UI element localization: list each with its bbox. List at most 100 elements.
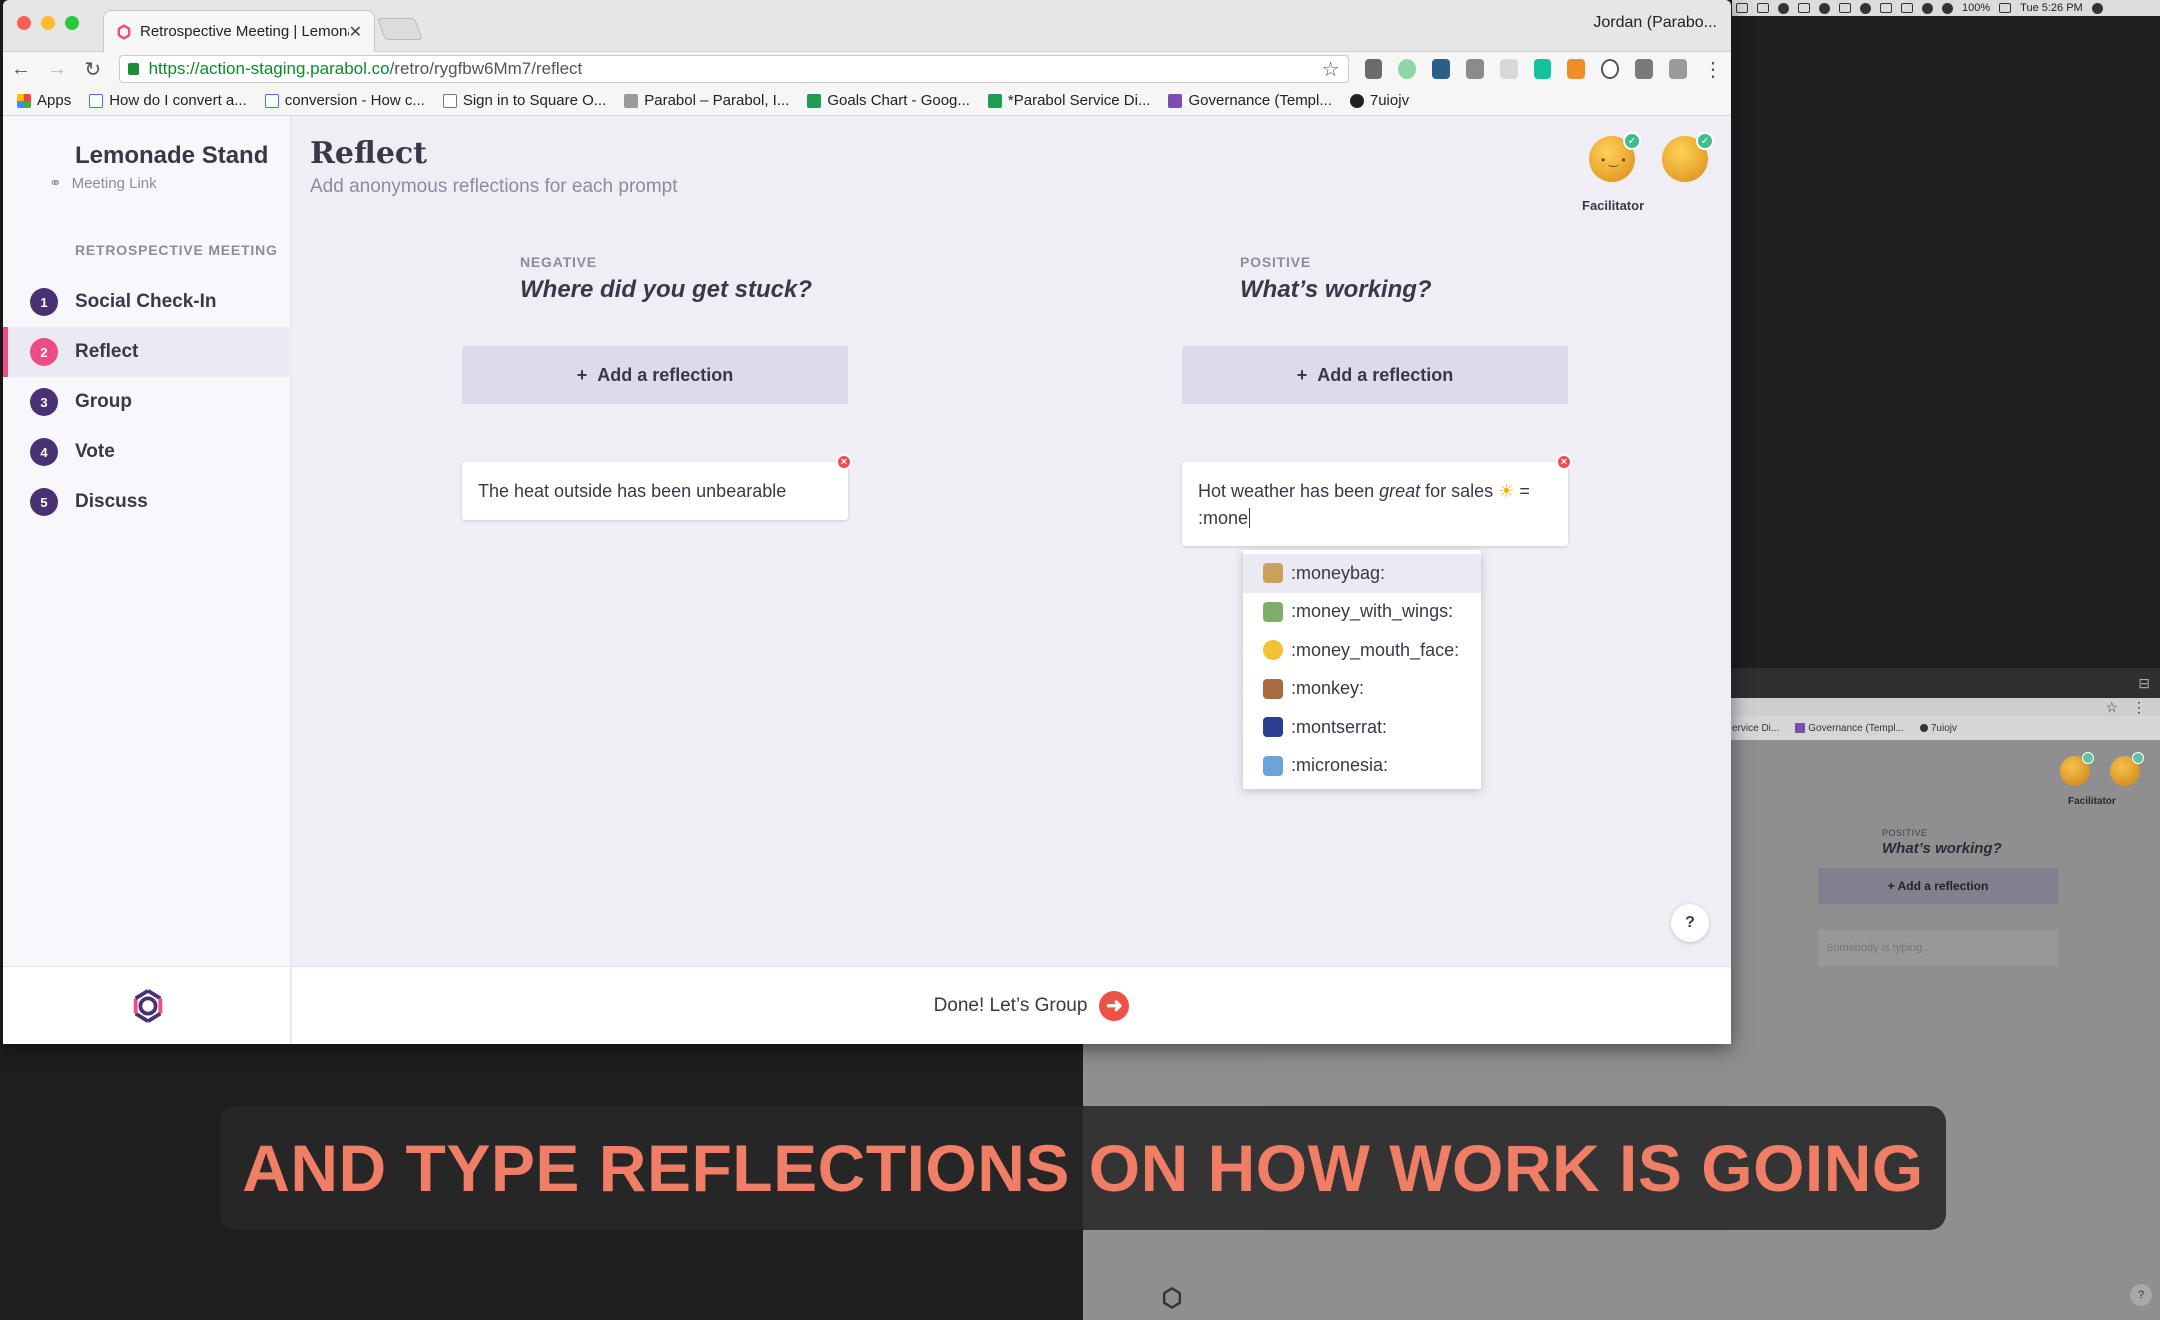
extension-icon[interactable]	[1398, 59, 1417, 79]
sidebar-item-vote[interactable]: 4 Vote	[3, 427, 291, 477]
monkey-icon	[1263, 678, 1283, 699]
bookmark-apps[interactable]: Apps	[17, 92, 71, 109]
parabol-logo-icon[interactable]	[129, 987, 167, 1025]
bg-add-reflection-button[interactable]: + Add a reflection	[1818, 868, 2058, 904]
wifi-icon[interactable]	[1942, 2, 1953, 14]
minimize-window-button[interactable]	[41, 16, 55, 30]
extension-icon[interactable]	[1635, 59, 1654, 79]
info-extension-icon[interactable]	[1601, 59, 1620, 79]
bg-star-icon[interactable]: ☆	[2105, 699, 2118, 716]
text-cursor	[1249, 508, 1251, 528]
reload-icon[interactable]: ↻	[83, 57, 103, 82]
emoji-option[interactable]: :money_mouth_face:	[1243, 631, 1481, 670]
governance-icon	[1168, 93, 1183, 108]
reflection-card[interactable]: The heat outside has been unbearable	[462, 462, 848, 520]
parabol-logo-icon	[1163, 1286, 1181, 1310]
add-reflection-button[interactable]: + Add a reflection	[462, 346, 848, 404]
emoji-option[interactable]: :micronesia:	[1243, 747, 1481, 786]
tab-close-icon[interactable]: ✕	[349, 22, 362, 42]
back-arrow-icon[interactable]: ←	[11, 58, 31, 81]
category-label: NEGATIVE	[520, 254, 597, 270]
emoji-option[interactable]: :montserrat:	[1243, 708, 1481, 747]
airplay-icon[interactable]	[1901, 3, 1913, 13]
plus-icon: +	[1296, 364, 1308, 385]
bg-category-label: POSITIVE	[1882, 828, 1928, 838]
arrow-right-icon[interactable]: ➜	[1099, 990, 1130, 1021]
emoji-option[interactable]: :monkey:	[1243, 670, 1481, 709]
new-tab-button[interactable]	[376, 18, 424, 40]
menubar-icon[interactable]	[1860, 2, 1871, 14]
bg-bookmark[interactable]: ervice Di...	[1732, 723, 1779, 734]
meeting-type-label: RETROSPECTIVE MEETING	[75, 242, 278, 258]
check-icon: ✓	[1696, 132, 1714, 150]
delete-reflection-icon[interactable]: ×	[1556, 454, 1572, 470]
react-devtools-icon[interactable]	[1432, 59, 1450, 79]
extension-icon[interactable]	[1669, 59, 1687, 79]
extension-icon[interactable]	[1465, 59, 1484, 79]
add-reflection-label: Add a reflection	[597, 364, 734, 385]
emoji-option[interactable]: :moneybag:	[1243, 554, 1481, 593]
delete-reflection-icon[interactable]: ×	[836, 454, 852, 470]
main-content: Reflect Add anonymous reflections for ea…	[292, 116, 1731, 966]
calendar-extension-icon[interactable]	[1567, 59, 1586, 79]
category-label: POSITIVE	[1240, 254, 1311, 270]
bg-check-icon	[2082, 752, 2094, 764]
bookmark-item[interactable]: Sign in to Square O...	[442, 92, 606, 109]
sidebar: Lemonade Stand ⚭ Meeting Link RETROSPECT…	[3, 116, 291, 966]
plus-icon: +	[576, 364, 588, 385]
bookmark-item[interactable]: conversion - How c...	[264, 92, 425, 109]
dropbox-icon[interactable]	[1819, 2, 1830, 14]
menubar-icon[interactable]	[1798, 3, 1810, 13]
bg-bookmarks-bar: ervice Di... Governance (Templ... 7uiojv	[1730, 716, 2160, 740]
browser-menu-icon[interactable]: ⋮	[1703, 57, 1723, 82]
reflection-editor[interactable]: Hot weather has been great for sales ☀ =…	[1182, 462, 1568, 546]
profile-name[interactable]: Jordan (Parabo...	[1593, 14, 1717, 32]
bookmark-item[interactable]: Governance (Templ...	[1168, 92, 1332, 109]
battery-text: 100%	[1962, 2, 1991, 14]
menubar-icon[interactable]	[1736, 3, 1748, 13]
add-reflection-button[interactable]: + Add a reflection	[1182, 346, 1568, 404]
bookmark-item[interactable]: Parabol – Parabol, I...	[624, 92, 789, 109]
browser-tab[interactable]: Retrospective Meeting | Lemonade Stand ✕	[103, 10, 375, 52]
bg-titlebar: ⊟	[1730, 668, 2160, 698]
bookmark-star-icon[interactable]: ☆	[1322, 57, 1340, 82]
lock-icon	[127, 63, 139, 75]
sidebar-item-discuss[interactable]: 5 Discuss	[3, 477, 291, 527]
step-number: 4	[30, 438, 58, 466]
menubar-icon[interactable]	[1757, 3, 1769, 13]
sidebar-item-reflect[interactable]: 2 Reflect	[3, 327, 291, 377]
spotlight-icon[interactable]	[2091, 2, 2103, 14]
bookmark-item[interactable]: How do I convert a...	[89, 92, 247, 109]
bg-typing-placeholder: Somebody is typing...	[1818, 930, 2058, 966]
menubar-icon[interactable]	[1880, 3, 1892, 13]
meeting-link[interactable]: ⚭ Meeting Link	[49, 174, 157, 193]
column-negative: NEGATIVE Where did you get stuck? + Add …	[462, 254, 848, 404]
forward-arrow-icon[interactable]: →	[47, 58, 67, 81]
bluetooth-icon[interactable]	[1922, 2, 1933, 14]
bookmark-item[interactable]: Goals Chart - Goog...	[807, 92, 970, 109]
extension-icon[interactable]	[1499, 59, 1518, 79]
extension-icon[interactable]	[1364, 59, 1383, 79]
bookmark-item[interactable]: 7uiojv	[1349, 92, 1409, 109]
bg-window-control-icon[interactable]: ⊟	[2138, 675, 2150, 692]
address-toolbar: ← → ↻ https://action-staging.parabol.co /…	[3, 52, 1731, 86]
close-window-button[interactable]	[17, 16, 31, 30]
emoji-option[interactable]: :money_with_wings:	[1243, 593, 1481, 632]
sidebar-item-group[interactable]: 3 Group	[3, 377, 291, 427]
bg-bookmark[interactable]: Governance (Templ...	[1795, 723, 1904, 734]
menubar-icon[interactable]	[1778, 2, 1789, 14]
url-input[interactable]: https://action-staging.parabol.co/retro/…	[118, 55, 1349, 83]
bg-menu-icon[interactable]: ⋮	[2132, 699, 2146, 716]
maximize-window-button[interactable]	[65, 16, 79, 30]
bg-help-button[interactable]: ?	[2130, 1284, 2152, 1306]
done-group-label[interactable]: Done! Let’s Group	[934, 995, 1088, 1017]
sidebar-item-social-check-in[interactable]: 1 Social Check-In	[3, 277, 291, 327]
bookmark-item[interactable]: *Parabol Service Di...	[987, 92, 1150, 109]
battery-icon	[1999, 3, 2012, 13]
bg-bookmark[interactable]: 7uiojv	[1919, 723, 1957, 734]
grammarly-icon[interactable]	[1533, 59, 1552, 79]
parabol-bookmark-icon	[624, 93, 639, 108]
menubar-icon[interactable]	[1839, 3, 1851, 13]
help-button[interactable]: ?	[1671, 904, 1709, 942]
clock-text[interactable]: Tue 5:26 PM	[2020, 2, 2083, 14]
